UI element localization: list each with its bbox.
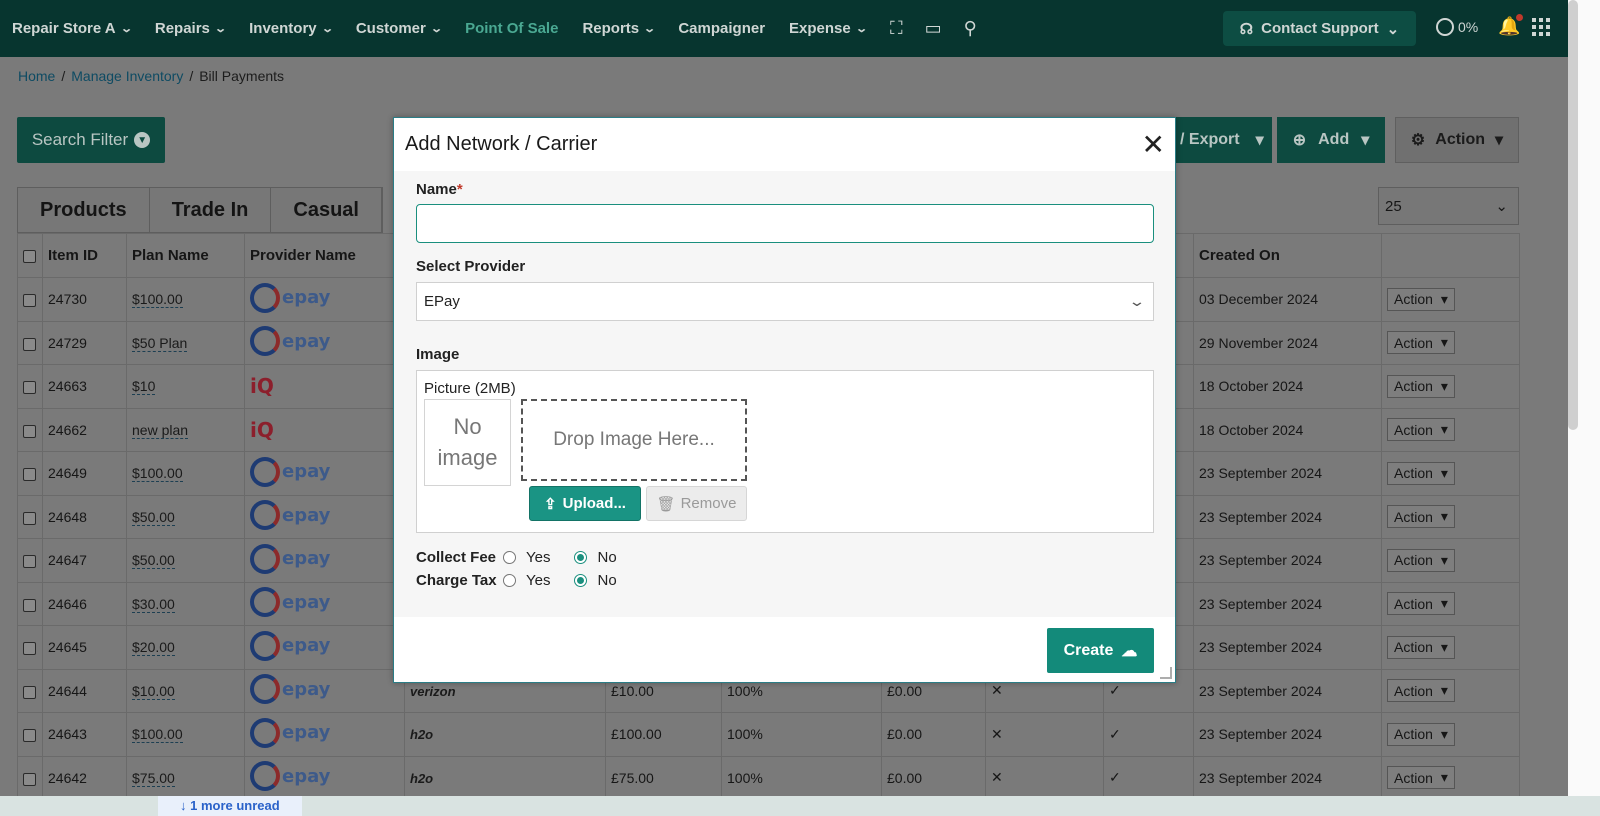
image-label: Image bbox=[416, 346, 460, 363]
collect-fee-no-radio[interactable] bbox=[574, 551, 588, 564]
unread-label: 1 more unread bbox=[190, 798, 280, 813]
collect-fee-yes-radio[interactable] bbox=[503, 551, 516, 564]
add-network-carrier-modal: Add Network / Carrier ✕ Name* Select Pro… bbox=[393, 117, 1176, 683]
remove-label: Remove bbox=[680, 495, 737, 512]
charge-tax-yes-radio[interactable] bbox=[503, 574, 516, 587]
upload-label: Upload... bbox=[562, 495, 626, 512]
create-button[interactable]: Create ☁ bbox=[1047, 628, 1154, 673]
collect-fee-label: Collect Fee bbox=[416, 549, 497, 566]
image-upload-box: Picture (2MB) No image Drop Image Here..… bbox=[416, 370, 1154, 533]
chevron-down-icon: ⌄ bbox=[1128, 293, 1146, 309]
radio-option-label: Yes bbox=[526, 549, 551, 566]
radio-option-label: Yes bbox=[526, 572, 551, 589]
close-icon[interactable]: ✕ bbox=[1142, 130, 1165, 159]
upload-icon: ⇪ bbox=[544, 495, 557, 513]
collect-fee-row: Collect Fee Yes No bbox=[416, 549, 641, 566]
resize-handle[interactable] bbox=[1160, 667, 1172, 679]
image-preview: No image bbox=[424, 399, 511, 486]
create-label: Create bbox=[1063, 641, 1114, 659]
radio-option-label: No bbox=[597, 549, 617, 566]
provider-selected-value: EPay bbox=[424, 293, 460, 310]
remove-button[interactable]: 🗑 Remove bbox=[646, 486, 747, 521]
trash-icon: 🗑 bbox=[656, 495, 676, 513]
picture-size-label: Picture (2MB) bbox=[424, 380, 516, 397]
cloud-upload-icon: ☁ bbox=[1121, 642, 1138, 660]
modal-title: Add Network / Carrier bbox=[405, 133, 598, 155]
provider-select[interactable]: EPay ⌄ bbox=[416, 282, 1154, 321]
arrow-down-icon: ↓ bbox=[180, 798, 191, 813]
name-input[interactable] bbox=[416, 204, 1154, 243]
charge-tax-row: Charge Tax Yes No bbox=[416, 572, 641, 589]
select-provider-label: Select Provider bbox=[416, 258, 526, 275]
name-label-text: Name bbox=[416, 181, 457, 198]
bottom-bar: ↓ 1 more unread bbox=[0, 796, 1600, 816]
browser-scrollbar[interactable] bbox=[1568, 0, 1600, 816]
upload-button[interactable]: ⇪ Upload... bbox=[529, 486, 641, 521]
charge-tax-no-radio[interactable] bbox=[574, 574, 588, 587]
required-marker: * bbox=[456, 181, 463, 198]
unread-notice[interactable]: ↓ 1 more unread bbox=[158, 796, 302, 816]
scrollbar-thumb[interactable] bbox=[1568, 0, 1578, 430]
modal-header: Add Network / Carrier ✕ bbox=[394, 118, 1175, 171]
modal-body: Name* Select Provider EPay ⌄ Image Pictur… bbox=[394, 171, 1175, 617]
name-label: Name* bbox=[416, 181, 463, 198]
image-drop-zone[interactable]: Drop Image Here... bbox=[521, 399, 747, 481]
radio-option-label: No bbox=[597, 572, 617, 589]
charge-tax-label: Charge Tax bbox=[416, 572, 497, 589]
